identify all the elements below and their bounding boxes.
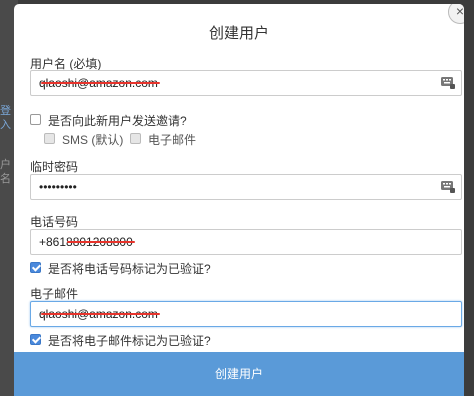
username-input[interactable]: qlaoshi@amazon.com bbox=[30, 70, 462, 96]
temp-password-input[interactable]: ••••••••• bbox=[30, 174, 462, 200]
create-user-dialog: × 创建用户 用户名 (必填) qlaoshi@amazon.com 是否向此新… bbox=[14, 4, 464, 396]
invite-email-checkbox[interactable] bbox=[130, 133, 141, 144]
keyboard-icon[interactable] bbox=[441, 181, 455, 193]
phone-verified-label: 是否将电话号码标记为已验证? bbox=[48, 262, 211, 276]
redaction-mark bbox=[41, 82, 160, 84]
email-verified-label: 是否将电子邮件标记为已验证? bbox=[48, 334, 211, 348]
email-verified-checkbox[interactable] bbox=[30, 334, 41, 345]
temp-password-label: 临时密码 bbox=[30, 160, 79, 174]
phone-verified-checkbox[interactable] bbox=[30, 262, 41, 273]
dialog-title: 创建用户 bbox=[208, 25, 269, 42]
create-user-button[interactable]: 创建用户 bbox=[14, 352, 464, 396]
redaction-mark bbox=[41, 313, 160, 315]
invite-email-label: 电子邮件 bbox=[148, 133, 197, 147]
redaction-mark bbox=[67, 241, 135, 243]
invite-sms-label: SMS (默认) bbox=[62, 133, 124, 147]
temp-password-value: ••••••••• bbox=[39, 180, 77, 194]
send-invite-label: 是否向此新用户发送邀请? bbox=[48, 114, 187, 128]
phone-input[interactable]: +8618801208800 bbox=[30, 229, 462, 255]
keyboard-icon[interactable] bbox=[441, 77, 455, 89]
email-input[interactable]: qlaoshi@amazon.com bbox=[30, 301, 462, 327]
invite-sms-checkbox[interactable] bbox=[44, 133, 55, 144]
send-invite-checkbox[interactable] bbox=[30, 114, 41, 125]
email-label: 电子邮件 bbox=[30, 287, 79, 301]
close-icon[interactable]: × bbox=[448, 4, 464, 24]
phone-label: 电话号码 bbox=[30, 215, 79, 229]
